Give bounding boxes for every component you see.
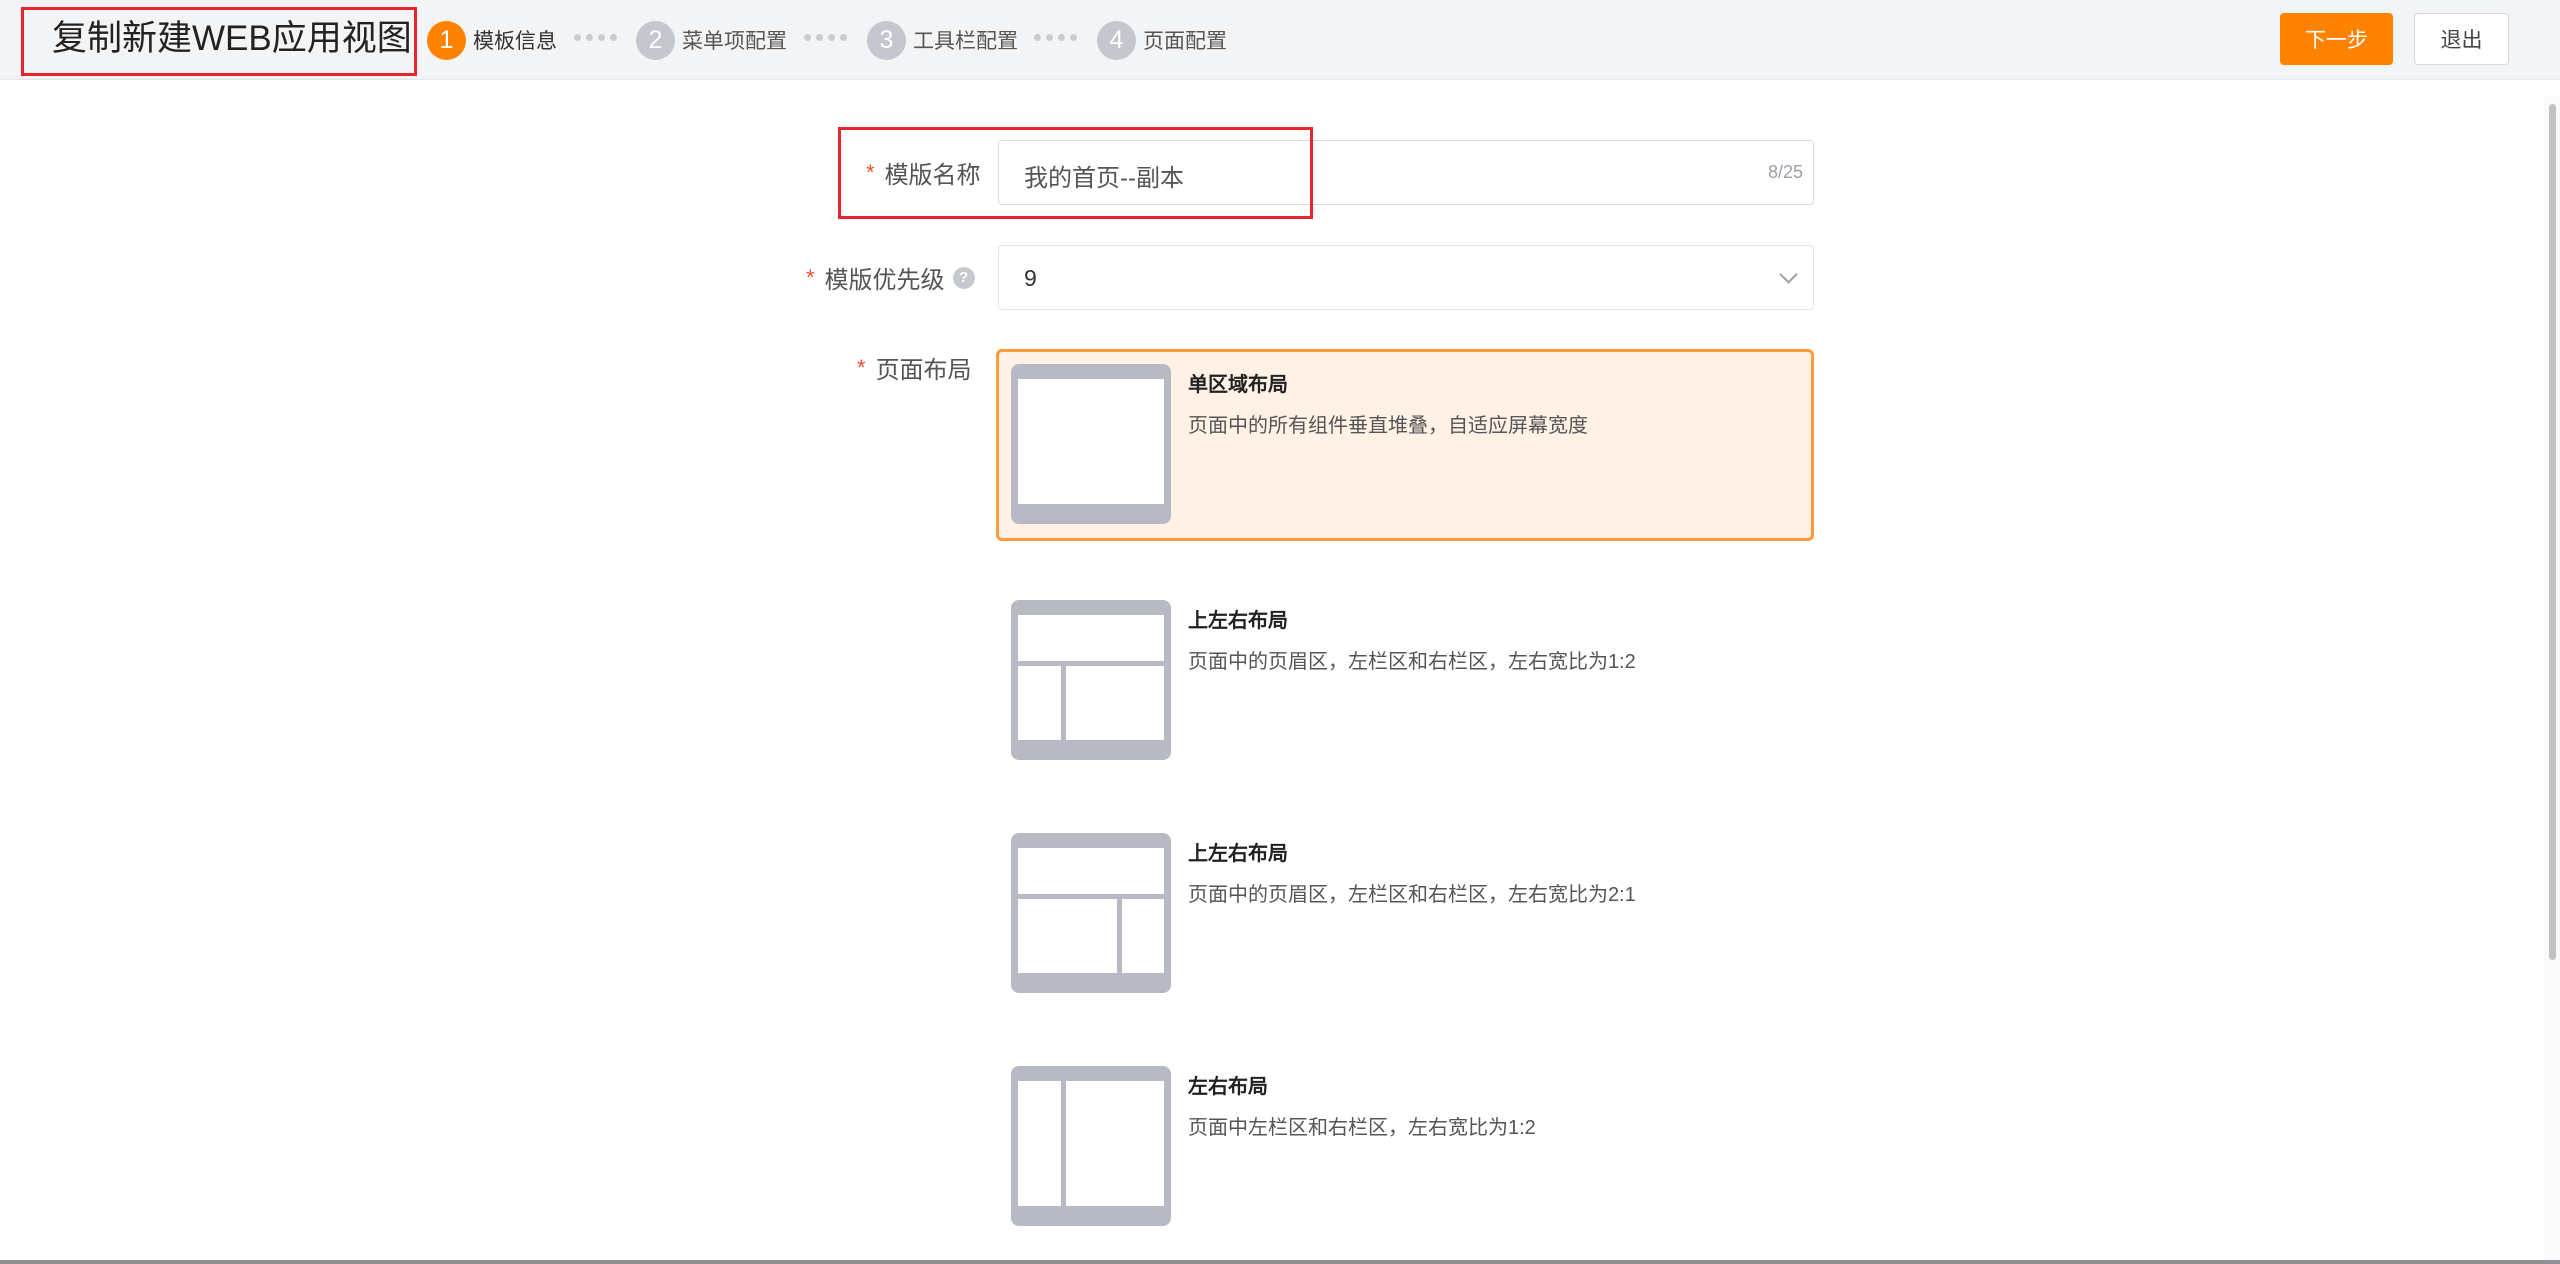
step-number-badge: 4 [1097, 20, 1136, 60]
header-split-1-2-layout-icon [1011, 600, 1171, 760]
template-name-input[interactable]: 我的首页--副本 8/25 [998, 140, 1814, 205]
next-step-button[interactable]: 下一步 [2280, 13, 2393, 65]
template-priority-label: * 模版优先级 ? [806, 260, 975, 295]
step-template-info[interactable]: 1 模板信息 [427, 20, 557, 60]
exit-button[interactable]: 退出 [2414, 13, 2509, 65]
scrollbar-thumb[interactable] [2549, 104, 2556, 960]
header-split-2-1-layout-icon [1011, 833, 1171, 993]
step-label: 模板信息 [473, 30, 557, 53]
step-toolbar-config[interactable]: 3 工具栏配置 [867, 20, 1018, 60]
template-name-label: * 模版名称 [866, 155, 981, 190]
step-number-badge: 3 [867, 20, 906, 60]
step-label: 页面配置 [1143, 30, 1227, 53]
step-number-badge: 1 [427, 20, 466, 60]
bottom-divider [0, 1260, 2560, 1264]
label-text: 模版优先级 [824, 267, 945, 294]
layout-option-left-right-1-2[interactable]: 左右布局 页面中左栏区和右栏区，左右宽比为1:2 [996, 1051, 1814, 1243]
layout-option-title: 上左右布局 [1188, 610, 1288, 632]
page-title: 复制新建WEB应用视图 [52, 19, 412, 58]
layout-option-desc: 页面中左栏区和右栏区，左右宽比为1:2 [1188, 1117, 1536, 1139]
layout-option-title: 上左右布局 [1188, 843, 1288, 865]
layout-option-title: 左右布局 [1188, 1076, 1268, 1098]
header-bar: 复制新建WEB应用视图 1 模板信息 2 菜单项配置 3 工具栏配置 4 页面配… [0, 0, 2560, 80]
step-label: 工具栏配置 [913, 30, 1018, 53]
char-counter: 8/25 [1767, 162, 1803, 182]
layout-option-top-left-right-2-1[interactable]: 上左右布局 页面中的页眉区，左栏区和右栏区，左右宽比为2:1 [996, 818, 1814, 1010]
layout-option-single[interactable]: 单区域布局 页面中的所有组件垂直堆叠，自适应屏幕宽度 [996, 349, 1814, 541]
required-mark: * [806, 264, 815, 290]
split-1-2-layout-icon [1011, 1066, 1171, 1226]
template-name-value: 我的首页--副本 [1024, 165, 1184, 192]
layout-option-desc: 页面中的页眉区，左栏区和右栏区，左右宽比为2:1 [1188, 884, 1636, 906]
layout-option-desc: 页面中的所有组件垂直堆叠，自适应屏幕宽度 [1188, 415, 1588, 437]
step-label: 菜单项配置 [682, 30, 787, 53]
label-text: 模版名称 [884, 162, 981, 189]
layout-option-top-left-right-1-2[interactable]: 上左右布局 页面中的页眉区，左栏区和右栏区，左右宽比为1:2 [996, 585, 1814, 777]
step-connector [804, 34, 847, 41]
label-text: 页面布局 [875, 357, 972, 384]
step-connector [574, 34, 617, 41]
required-mark: * [866, 159, 875, 185]
priority-value: 9 [1024, 265, 1037, 291]
step-page-config[interactable]: 4 页面配置 [1097, 20, 1227, 60]
step-number-badge: 2 [636, 20, 675, 60]
priority-select[interactable]: 9 [998, 245, 1814, 310]
required-mark: * [857, 354, 866, 380]
chevron-down-icon [1779, 265, 1798, 284]
layout-option-title: 单区域布局 [1188, 374, 1288, 396]
question-circle-icon[interactable]: ? [952, 266, 975, 289]
single-layout-icon [1011, 364, 1171, 524]
step-menu-config[interactable]: 2 菜单项配置 [636, 20, 787, 60]
page-layout-label: * 页面布局 [857, 350, 972, 385]
step-connector [1034, 34, 1077, 41]
layout-option-desc: 页面中的页眉区，左栏区和右栏区，左右宽比为1:2 [1188, 651, 1636, 673]
